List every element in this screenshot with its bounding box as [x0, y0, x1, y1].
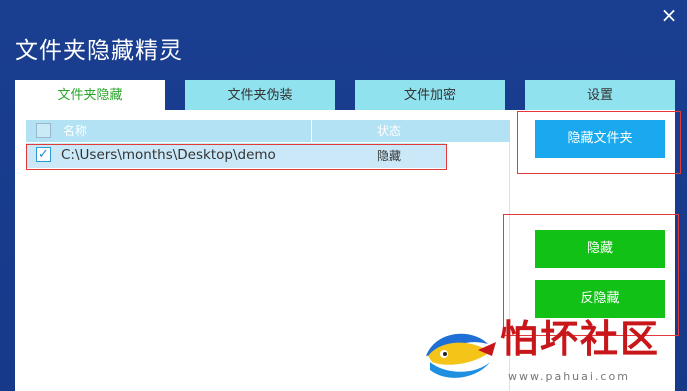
tab-settings[interactable]: 设置	[525, 80, 675, 110]
watermark-text: 怕坏社区	[500, 317, 661, 361]
close-icon[interactable]: ×	[658, 4, 680, 26]
hide-button[interactable]: 隐藏	[535, 230, 665, 268]
tab-folder-hide[interactable]: 文件夹隐藏	[15, 80, 165, 111]
watermark-logo-icon	[426, 333, 496, 378]
list-header	[26, 120, 510, 142]
tab-file-encrypt[interactable]: 文件加密	[355, 80, 505, 110]
folder-status: 隐藏	[377, 149, 402, 163]
hide-folder-button[interactable]: 隐藏文件夹	[535, 120, 665, 158]
tab-folder-disguise[interactable]: 文件夹伪装	[185, 80, 335, 110]
folder-path: C:\Users\months\Desktop\demo	[61, 147, 276, 163]
column-separator[interactable]	[311, 120, 312, 142]
app-title: 文件夹隐藏精灵	[15, 38, 183, 64]
unhide-button[interactable]: 反隐藏	[535, 280, 665, 318]
column-header-status[interactable]: 状态	[377, 122, 401, 140]
row-checkbox[interactable]: ✓	[36, 147, 51, 162]
select-all-checkbox[interactable]	[36, 123, 51, 138]
column-header-name[interactable]: 名称	[63, 122, 87, 140]
watermark-url: www.pahuai.com	[508, 370, 630, 383]
